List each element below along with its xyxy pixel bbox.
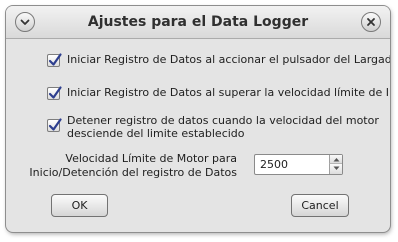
- settings-dialog: Ajustes para el Data Logger Iniciar Regi…: [6, 6, 390, 232]
- triangle-up-icon: [333, 158, 340, 162]
- close-icon: [367, 18, 375, 26]
- cancel-button[interactable]: Cancel: [291, 194, 349, 217]
- checkbox-start-on-speed-limit[interactable]: [47, 86, 62, 100]
- checkmark-icon: [48, 53, 62, 66]
- window-title: Ajustes para el Data Logger: [87, 14, 309, 30]
- spin-up-button[interactable]: [329, 155, 342, 164]
- option-label-line2: desciende del limite establecido: [67, 127, 245, 140]
- checkbox-stop-below-limit[interactable]: [47, 118, 62, 132]
- checkmark-icon: [48, 118, 62, 131]
- checkmark-icon: [48, 86, 62, 99]
- ok-button[interactable]: OK: [51, 194, 108, 217]
- checkbox-start-on-launcher[interactable]: [47, 53, 62, 67]
- option-label: Iniciar Registro de Datos al superar la …: [67, 86, 390, 99]
- triangle-down-icon: [333, 166, 340, 170]
- speed-limit-label: Velocidad Límite de Motor para Inicio/De…: [17, 152, 237, 180]
- speed-limit-label-line2: Inicio/Detención del registro de Datos: [29, 166, 237, 179]
- title-bar[interactable]: Ajustes para el Data Logger: [6, 6, 390, 39]
- close-button[interactable]: [361, 12, 381, 32]
- speed-limit-label-line1: Velocidad Límite de Motor para: [65, 152, 237, 165]
- speed-limit-spinbox[interactable]: 2500: [254, 154, 343, 175]
- option-label: Iniciar Registro de Datos al accionar el…: [67, 53, 390, 66]
- speed-limit-value[interactable]: 2500: [260, 158, 288, 171]
- option-label-line1: Detener registro de datos cuando la velo…: [67, 114, 379, 127]
- spin-down-button[interactable]: [329, 164, 342, 174]
